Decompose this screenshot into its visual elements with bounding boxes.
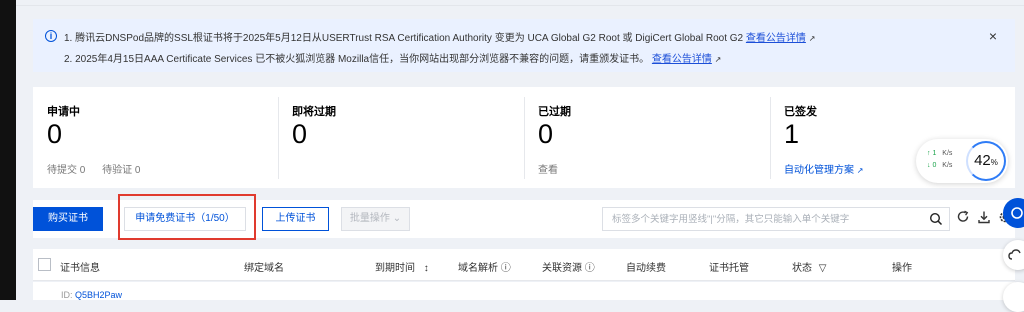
info-icon: i bbox=[45, 30, 57, 42]
search-icon[interactable] bbox=[929, 212, 943, 226]
left-dark-strip bbox=[0, 0, 16, 300]
upload-arrow-icon: ↑ 1 bbox=[927, 150, 937, 157]
customer-service-icon[interactable] bbox=[1003, 198, 1024, 228]
download-unit: K/s bbox=[942, 162, 953, 169]
stat-title: 即将过期 bbox=[292, 106, 336, 118]
th-actions: 操作 bbox=[892, 263, 912, 274]
upload-certificate-button[interactable]: 上传证书 bbox=[262, 207, 329, 231]
th-related-resources: 关联资源 ⓘ bbox=[542, 259, 595, 274]
buy-certificate-button[interactable]: 购买证书 bbox=[33, 207, 103, 231]
top-bar-edge bbox=[16, 0, 1024, 6]
search-input[interactable] bbox=[603, 208, 923, 230]
stats-panel: 申请中 0 待提交 0 待验证 0 即将过期 0 已过期 0 查看 已签发 1 … bbox=[33, 87, 1015, 188]
download-icon[interactable] bbox=[977, 210, 991, 224]
refresh-icon[interactable] bbox=[956, 210, 970, 224]
upload-speed: ↑ 1 K/s bbox=[927, 150, 952, 157]
notice-line-2-text: 2. 2025年4月15日AAA Certificate Services 已不… bbox=[64, 54, 650, 65]
th-expiry-time[interactable]: 到期时间 ↕ bbox=[375, 259, 429, 274]
close-icon[interactable]: × bbox=[989, 28, 997, 44]
notice-line-2: 2. 2025年4月15日AAA Certificate Services 已不… bbox=[64, 50, 721, 65]
stat-value: 1 bbox=[784, 119, 800, 149]
th-expiry-label: 到期时间 bbox=[375, 263, 415, 274]
th-dns-label: 域名解析 bbox=[458, 263, 498, 274]
stat-expired: 已过期 0 查看 bbox=[524, 87, 770, 188]
stat-title: 申请中 bbox=[47, 106, 80, 118]
certificate-id-link[interactable]: Q5BH2Paw bbox=[75, 290, 122, 300]
cloud-icon[interactable] bbox=[1003, 240, 1024, 270]
batch-operation-label: 批量操作 bbox=[349, 213, 390, 224]
automation-plan-link[interactable]: 自动化管理方案 ↗ bbox=[784, 161, 863, 176]
stat-value: 0 bbox=[292, 119, 308, 149]
stat-expiring: 即将过期 0 bbox=[278, 87, 524, 188]
th-resources-label: 关联资源 bbox=[542, 263, 582, 274]
certificate-id: ID: Q5BH2Paw bbox=[61, 290, 122, 300]
download-arrow-icon: ↓ 0 bbox=[927, 162, 937, 169]
feedback-icon[interactable] bbox=[1003, 282, 1024, 312]
info-icon[interactable]: ⓘ bbox=[501, 263, 511, 274]
sort-icon: ↕ bbox=[423, 263, 429, 274]
certificate-table-header: 证书信息 绑定域名 到期时间 ↕ 域名解析 ⓘ 关联资源 ⓘ 自动续费 证书托管… bbox=[33, 249, 1015, 281]
table-row: ID: Q5BH2Paw bbox=[33, 282, 1015, 300]
notice-line-2-link[interactable]: 查看公告详情 bbox=[652, 54, 712, 65]
notice-line-1: 1. 腾讯云DNSPod品牌的SSL根证书将于2025年5月12日从USERTr… bbox=[64, 29, 815, 44]
network-speed-widget[interactable]: ↑ 1 K/s ↓ 0 K/s 42% bbox=[916, 139, 1008, 183]
cpu-usage-unit: % bbox=[990, 158, 998, 167]
th-bound-domain: 绑定域名 bbox=[244, 263, 284, 274]
external-link-icon: ↗ bbox=[714, 55, 722, 64]
chevron-down-icon: ⌄ bbox=[392, 213, 402, 224]
cpu-usage-value: 42 bbox=[974, 152, 991, 169]
highlight-box bbox=[118, 194, 256, 240]
stat-value: 0 bbox=[538, 119, 554, 149]
floating-action-bar bbox=[1003, 198, 1024, 312]
filter-icon: ▽ bbox=[818, 263, 827, 274]
stat-view-link[interactable]: 查看 bbox=[538, 161, 558, 176]
batch-operation-dropdown[interactable]: 批量操作 ⌄ bbox=[341, 207, 410, 231]
upload-unit: K/s bbox=[942, 150, 953, 157]
cpu-usage-ring: 42% bbox=[966, 141, 1006, 181]
stat-title: 已签发 bbox=[784, 106, 817, 118]
select-all-checkbox[interactable] bbox=[38, 258, 51, 271]
notice-line-1-text: 1. 腾讯云DNSPod品牌的SSL根证书将于2025年5月12日从USERTr… bbox=[64, 33, 744, 44]
external-link-icon: ↗ bbox=[856, 166, 864, 175]
th-certificate-info: 证书信息 bbox=[60, 263, 100, 274]
th-cert-hosting: 证书托管 bbox=[709, 263, 749, 274]
notice-banner: i 1. 腾讯云DNSPod品牌的SSL根证书将于2025年5月12日从USER… bbox=[33, 19, 1015, 72]
search-box bbox=[602, 207, 950, 231]
stat-value: 0 bbox=[47, 119, 63, 149]
external-link-icon: ↗ bbox=[808, 34, 816, 43]
stat-pending-verify: 待验证 0 bbox=[102, 165, 141, 176]
automation-plan-label: 自动化管理方案 bbox=[784, 165, 854, 176]
stat-sub: 待提交 0 待验证 0 bbox=[47, 161, 154, 176]
th-status-label: 状态 bbox=[792, 263, 812, 274]
th-dns-resolution: 域名解析 ⓘ bbox=[458, 259, 511, 274]
stat-pending-submit: 待提交 0 bbox=[47, 165, 86, 176]
th-status[interactable]: 状态 ▽ bbox=[792, 259, 826, 274]
stat-title: 已过期 bbox=[538, 106, 571, 118]
stat-applying: 申请中 0 待提交 0 待验证 0 bbox=[33, 87, 278, 188]
th-auto-renew: 自动续费 bbox=[626, 263, 666, 274]
info-icon[interactable]: ⓘ bbox=[585, 263, 595, 274]
notice-line-1-link[interactable]: 查看公告详情 bbox=[746, 33, 806, 44]
download-speed: ↓ 0 K/s bbox=[927, 162, 952, 169]
certificate-id-prefix: ID: bbox=[61, 290, 73, 300]
